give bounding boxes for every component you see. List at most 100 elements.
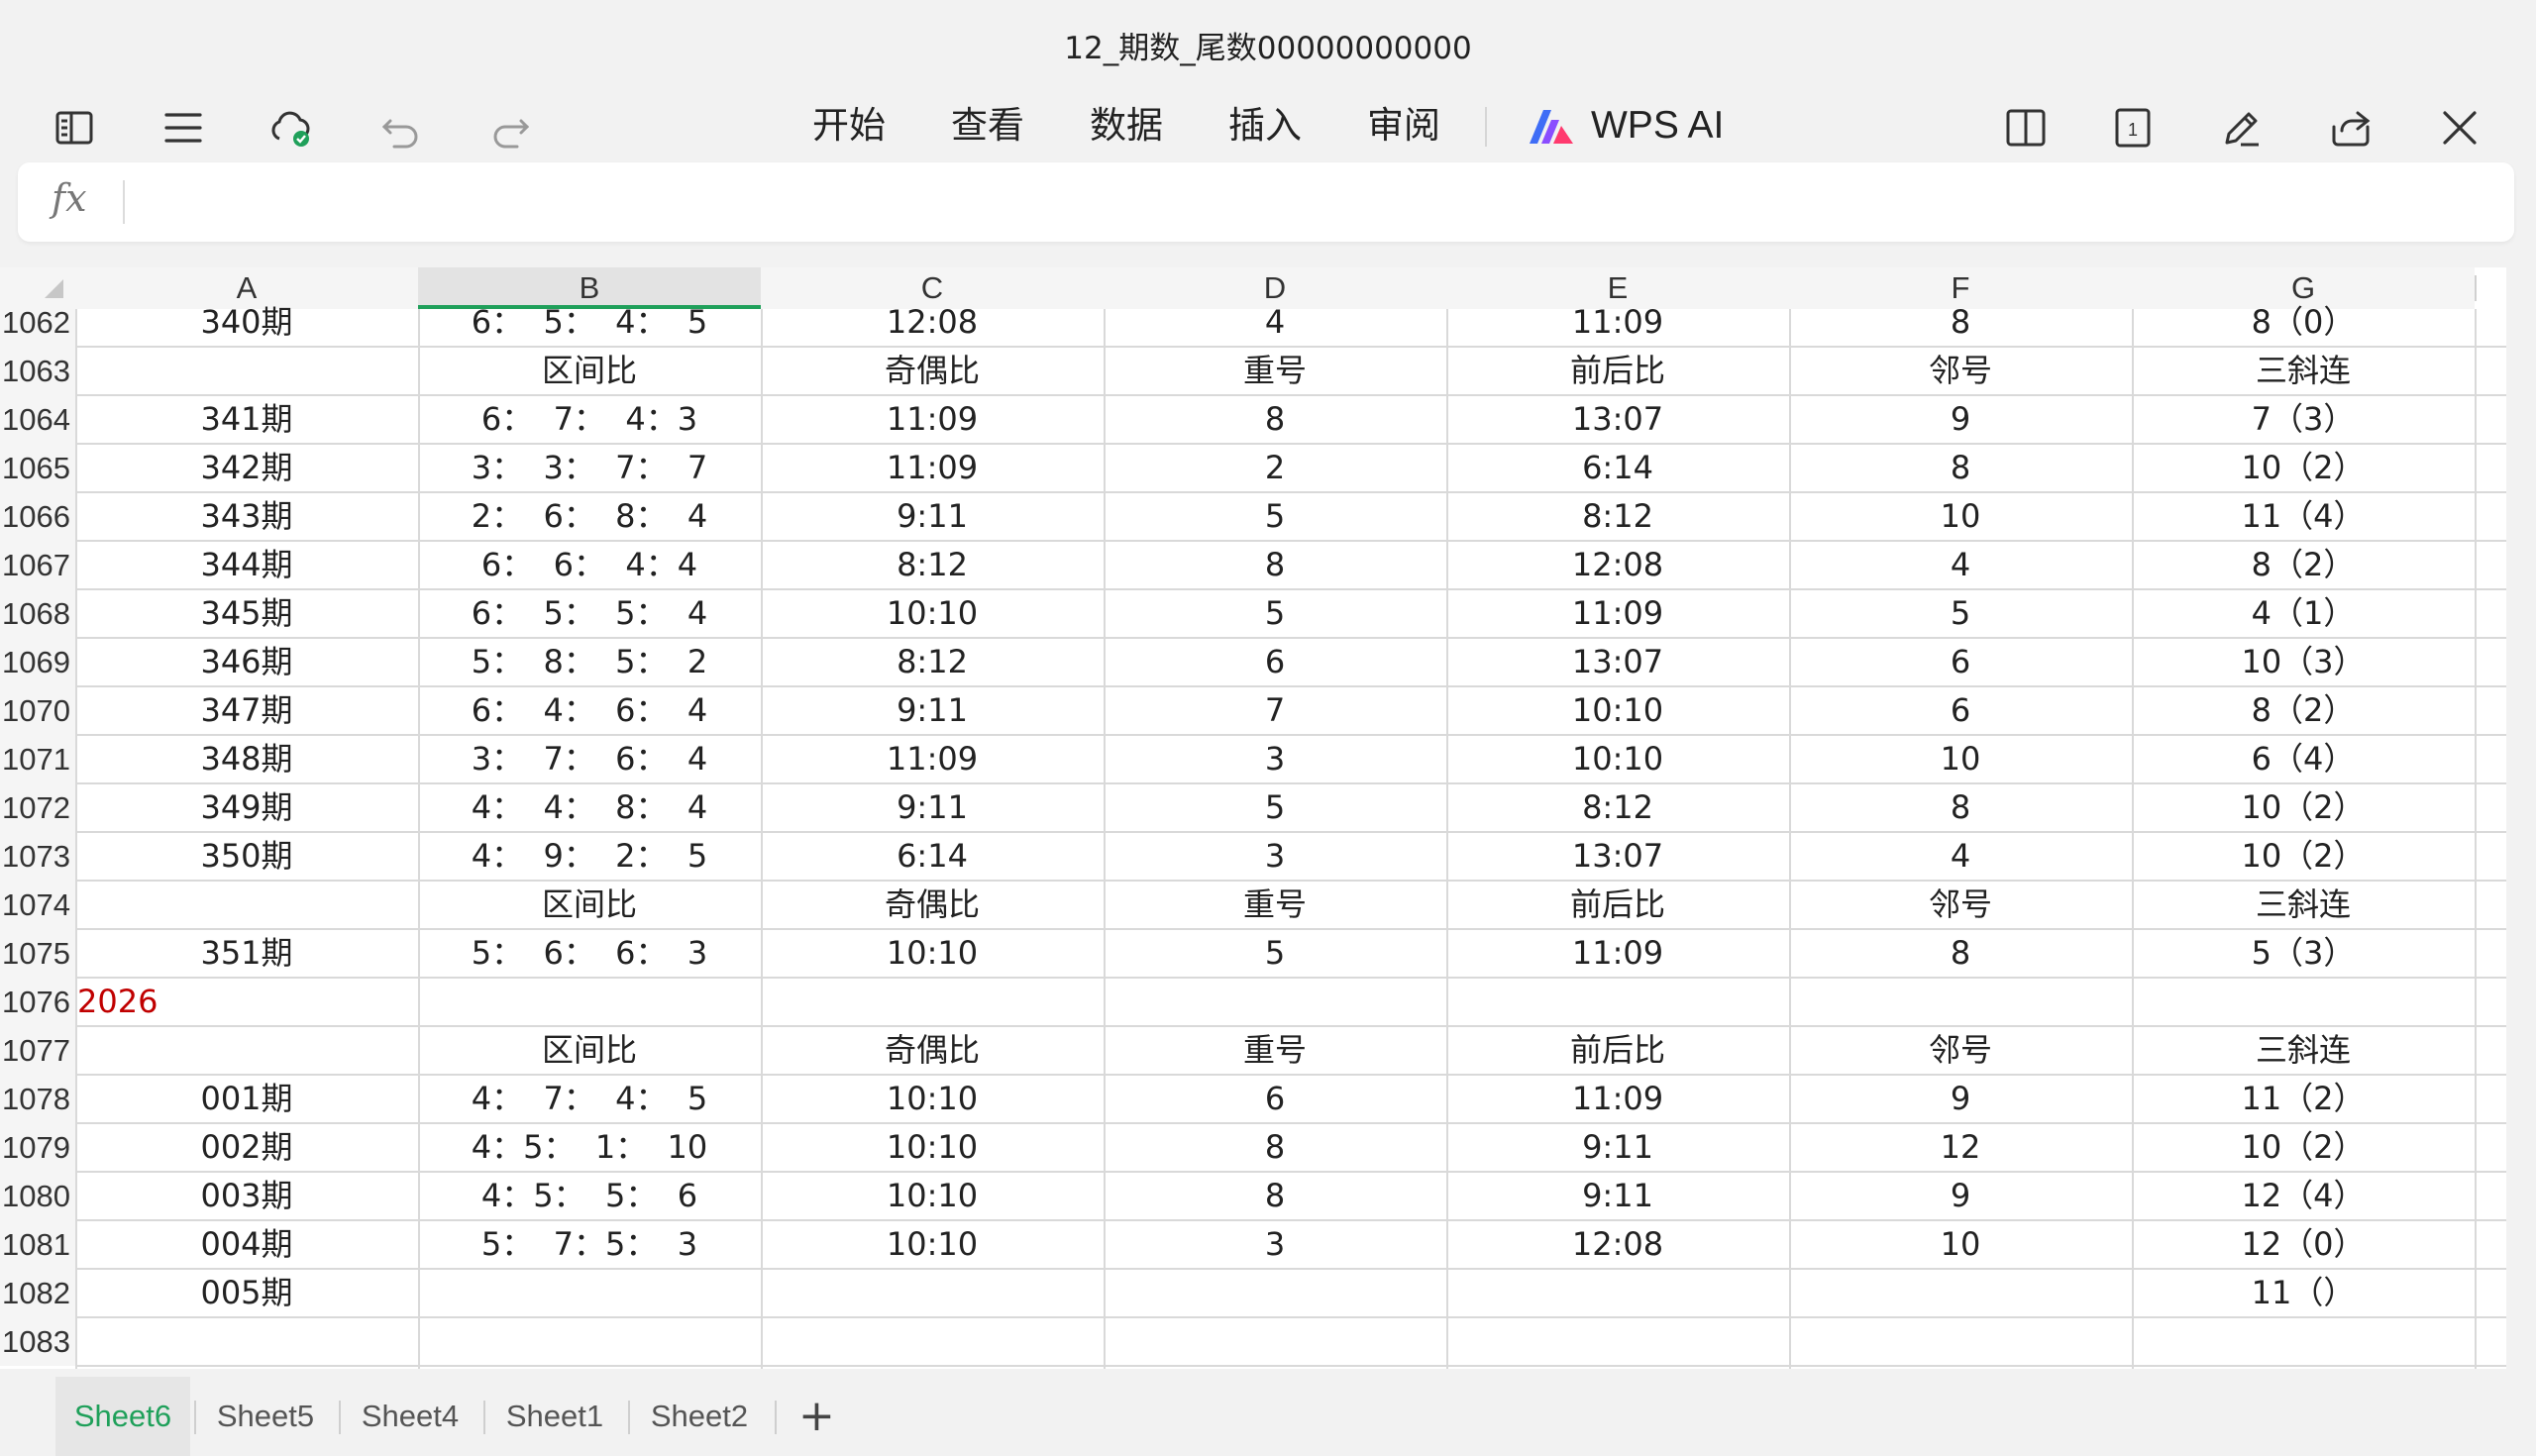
sheet-tab-sheet5[interactable]: Sheet5: [198, 1377, 333, 1456]
cell-e1062[interactable]: 11:09: [1446, 298, 1789, 347]
cell-a1080[interactable]: 003期: [75, 1172, 418, 1220]
menu-data[interactable]: 数据: [1090, 103, 1163, 149]
cell-g1065[interactable]: 10（2）: [2132, 444, 2475, 492]
cell-e1067[interactable]: 12:08: [1446, 541, 1789, 589]
cell-d1062[interactable]: 4: [1104, 298, 1446, 347]
cell-g1078[interactable]: 11（2）: [2132, 1075, 2475, 1123]
cell-f1067[interactable]: 4: [1789, 541, 2132, 589]
row-header[interactable]: 1062: [0, 298, 75, 347]
cell-d1080[interactable]: 8: [1104, 1172, 1446, 1220]
cell-a1065[interactable]: 342期: [75, 444, 418, 492]
cell-d1072[interactable]: 5: [1104, 783, 1446, 832]
cell-d1071[interactable]: 3: [1104, 735, 1446, 783]
cell-a1071[interactable]: 348期: [75, 735, 418, 783]
cell-f1062[interactable]: 8: [1789, 298, 2132, 347]
cell-c1075[interactable]: 10:10: [761, 929, 1104, 978]
cell-g1064[interactable]: 7（3）: [2132, 395, 2475, 444]
cell-e1069[interactable]: 13:07: [1446, 638, 1789, 686]
cell-f1064[interactable]: 9: [1789, 395, 2132, 444]
cell-d1074[interactable]: 重号: [1104, 881, 1446, 929]
cell-f1069[interactable]: 6: [1789, 638, 2132, 686]
cell-e1070[interactable]: 10:10: [1446, 686, 1789, 735]
row-header[interactable]: 1074: [0, 881, 75, 929]
row-header[interactable]: 1076: [0, 978, 75, 1026]
split-view-icon[interactable]: [1999, 101, 2053, 155]
cell-c1062[interactable]: 12:08: [761, 298, 1104, 347]
cell-e1071[interactable]: 10:10: [1446, 735, 1789, 783]
cell-g1082[interactable]: 11（）: [2132, 1269, 2475, 1317]
row-header[interactable]: 1071: [0, 735, 75, 783]
cell-g1075[interactable]: 5（3）: [2132, 929, 2475, 978]
cell-f1072[interactable]: 8: [1789, 783, 2132, 832]
cell-c1082[interactable]: [761, 1269, 1104, 1317]
cell-f1081[interactable]: 10: [1789, 1220, 2132, 1269]
cell-d1073[interactable]: 3: [1104, 832, 1446, 881]
cell-c1080[interactable]: 10:10: [761, 1172, 1104, 1220]
cell-e1072[interactable]: 8:12: [1446, 783, 1789, 832]
row-header[interactable]: 1075: [0, 929, 75, 978]
cell-b1071[interactable]: 3： 7： 6： 4: [418, 735, 761, 783]
cell-b1074[interactable]: 区间比: [418, 881, 761, 929]
row-header[interactable]: 1080: [0, 1172, 75, 1220]
pen-edit-icon[interactable]: [2215, 101, 2269, 155]
cell-a1074[interactable]: [75, 881, 418, 929]
cell-e1079[interactable]: 9:11: [1446, 1123, 1789, 1172]
cell-b1083[interactable]: [418, 1317, 761, 1366]
cell-e1064[interactable]: 13:07: [1446, 395, 1789, 444]
page-count-icon[interactable]: 1: [2106, 101, 2160, 155]
formula-bar[interactable]: fx: [18, 162, 2514, 242]
menu-icon[interactable]: [157, 101, 210, 155]
cell-e1065[interactable]: 6:14: [1446, 444, 1789, 492]
cell-d1064[interactable]: 8: [1104, 395, 1446, 444]
cell-c1083[interactable]: [761, 1317, 1104, 1366]
cell-a1073[interactable]: 350期: [75, 832, 418, 881]
close-icon[interactable]: [2433, 101, 2486, 155]
cell-c1077[interactable]: 奇偶比: [761, 1026, 1104, 1075]
cell-f1079[interactable]: 12: [1789, 1123, 2132, 1172]
cell-a1077[interactable]: [75, 1026, 418, 1075]
cell-g1062[interactable]: 8（0）: [2132, 298, 2475, 347]
row-header[interactable]: 1066: [0, 492, 75, 541]
cell-e1063[interactable]: 前后比: [1446, 347, 1789, 395]
cell-c1066[interactable]: 9:11: [761, 492, 1104, 541]
cell-f1075[interactable]: 8: [1789, 929, 2132, 978]
cell-f1082[interactable]: [1789, 1269, 2132, 1317]
cell-f1070[interactable]: 6: [1789, 686, 2132, 735]
cell-c1074[interactable]: 奇偶比: [761, 881, 1104, 929]
cell-c1063[interactable]: 奇偶比: [761, 347, 1104, 395]
cell-c1069[interactable]: 8:12: [761, 638, 1104, 686]
cell-c1064[interactable]: 11:09: [761, 395, 1104, 444]
cell-c1065[interactable]: 11:09: [761, 444, 1104, 492]
sheet-tab-sheet4[interactable]: Sheet4: [343, 1377, 477, 1456]
cell-b1067[interactable]: 6： 6： 4：4: [418, 541, 761, 589]
cell-d1078[interactable]: 6: [1104, 1075, 1446, 1123]
share-icon[interactable]: [2324, 101, 2378, 155]
cell-c1071[interactable]: 11:09: [761, 735, 1104, 783]
row-header[interactable]: 1065: [0, 444, 75, 492]
cell-e1075[interactable]: 11:09: [1446, 929, 1789, 978]
column-header-divider[interactable]: [2475, 275, 2477, 301]
wps-ai-button[interactable]: WPS AI: [1526, 101, 1724, 151]
cell-b1080[interactable]: 4：5： 5： 6: [418, 1172, 761, 1220]
redo-icon[interactable]: [483, 101, 537, 155]
cell-g1066[interactable]: 11（4）: [2132, 492, 2475, 541]
cell-b1077[interactable]: 区间比: [418, 1026, 761, 1075]
cell-f1063[interactable]: 邻号: [1789, 347, 2132, 395]
cell-f1071[interactable]: 10: [1789, 735, 2132, 783]
cell-d1067[interactable]: 8: [1104, 541, 1446, 589]
cell-f1078[interactable]: 9: [1789, 1075, 2132, 1123]
row-header[interactable]: 1078: [0, 1075, 75, 1123]
cell-c1072[interactable]: 9:11: [761, 783, 1104, 832]
cell-e1077[interactable]: 前后比: [1446, 1026, 1789, 1075]
cell-c1068[interactable]: 10:10: [761, 589, 1104, 638]
year-cell[interactable]: 2026: [75, 978, 374, 1026]
cell-f1073[interactable]: 4: [1789, 832, 2132, 881]
cell-a1083[interactable]: [75, 1317, 418, 1366]
row-header[interactable]: 1070: [0, 686, 75, 735]
cell-e1074[interactable]: 前后比: [1446, 881, 1789, 929]
menu-view[interactable]: 查看: [951, 103, 1024, 149]
cell-e1081[interactable]: 12:08: [1446, 1220, 1789, 1269]
cell-c1073[interactable]: 6:14: [761, 832, 1104, 881]
cell-c1070[interactable]: 9:11: [761, 686, 1104, 735]
cell-d1070[interactable]: 7: [1104, 686, 1446, 735]
